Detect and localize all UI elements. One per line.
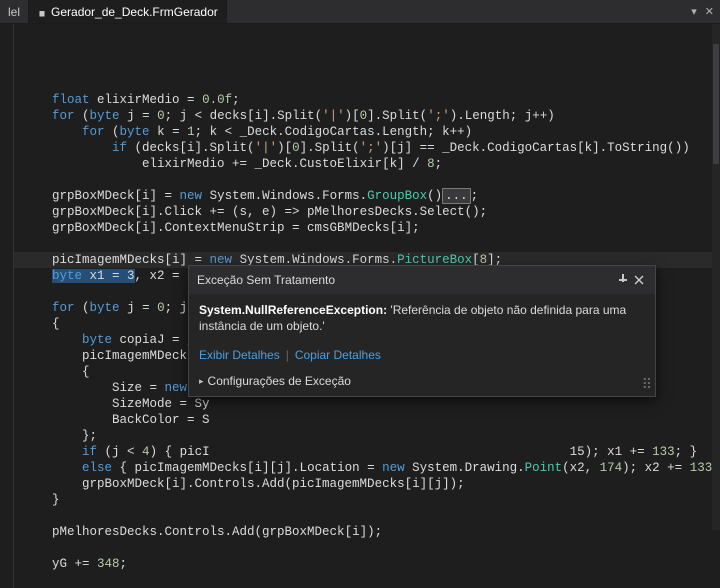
tab-label: lel bbox=[8, 5, 20, 19]
link-show-details[interactable]: Exibir Detalhes bbox=[199, 348, 280, 362]
tooltip-links: Exibir Detalhes|Copiar Detalhes bbox=[189, 342, 655, 368]
exception-tooltip: Exceção Sem Tratamento System.NullRefere… bbox=[188, 265, 656, 397]
exception-name: System.NullReferenceException: bbox=[199, 303, 387, 317]
chevron-right-icon[interactable]: ▸ bbox=[199, 376, 204, 387]
pin-icon[interactable] bbox=[615, 272, 631, 288]
close-icon[interactable] bbox=[631, 272, 647, 288]
scrollbar[interactable] bbox=[712, 24, 720, 530]
tooltip-body: System.NullReferenceException: 'Referênc… bbox=[189, 294, 655, 342]
tab-active[interactable]: Gerador_de_Deck.FrmGerador bbox=[29, 0, 227, 23]
close-panel-icon[interactable]: ✕ bbox=[705, 5, 714, 18]
resize-grip-icon[interactable]: ⠿ bbox=[640, 381, 652, 393]
scrollbar-thumb[interactable] bbox=[713, 44, 719, 164]
tab-bar: lel Gerador_de_Deck.FrmGerador ▾ ✕ bbox=[0, 0, 720, 24]
tab-inactive[interactable]: lel bbox=[0, 0, 29, 23]
tooltip-footer: ▸ Configurações de Exceção ⠿ bbox=[189, 368, 655, 396]
tab-label: Gerador_de_Deck.FrmGerador bbox=[51, 5, 218, 19]
exception-settings-link[interactable]: Configurações de Exceção bbox=[208, 374, 351, 388]
gutter bbox=[0, 24, 14, 588]
dropdown-icon[interactable]: ▾ bbox=[691, 5, 697, 18]
lock-icon bbox=[37, 7, 47, 17]
link-copy-details[interactable]: Copiar Detalhes bbox=[295, 348, 381, 362]
tooltip-title: Exceção Sem Tratamento bbox=[197, 273, 615, 287]
tab-tools: ▾ ✕ bbox=[691, 0, 720, 23]
tooltip-header: Exceção Sem Tratamento bbox=[189, 266, 655, 294]
